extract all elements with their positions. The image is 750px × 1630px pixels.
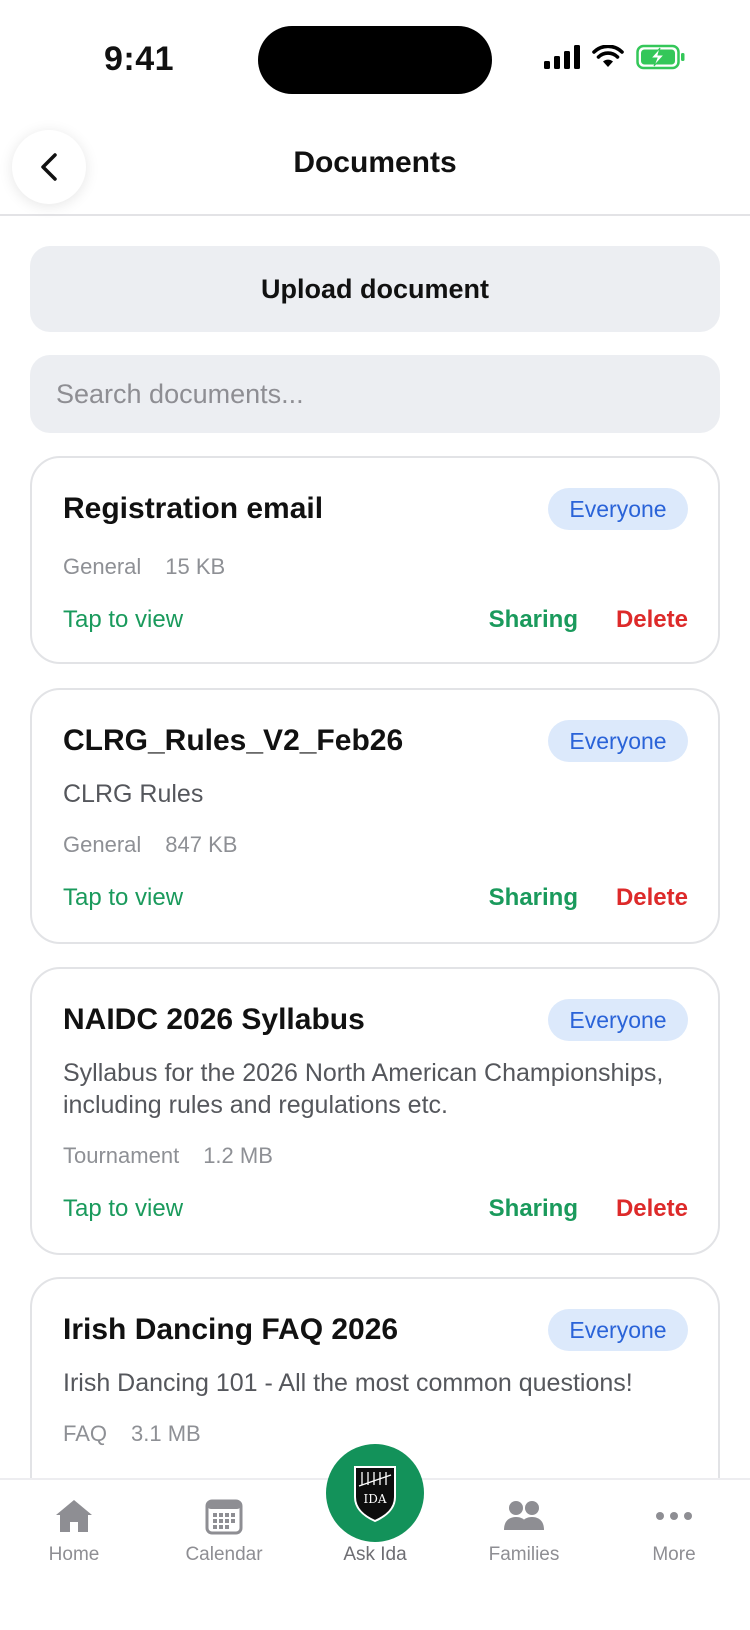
tab-label: Families: [488, 1544, 560, 1565]
page-title: Documents: [293, 146, 457, 179]
delete-button[interactable]: Delete: [616, 1195, 688, 1223]
document-title: NAIDC 2026 Syllabus: [63, 1003, 365, 1036]
document-title: Irish Dancing FAQ 2026: [63, 1313, 399, 1346]
tap-to-view-link[interactable]: Tap to view: [63, 606, 183, 634]
calendar-icon: [205, 1499, 243, 1535]
battery-charging-icon: [636, 44, 685, 70]
tab-label: More: [652, 1544, 696, 1565]
document-category: Tournament: [63, 1143, 180, 1168]
visibility-badge: Everyone: [548, 488, 688, 530]
delete-button[interactable]: Delete: [616, 606, 688, 634]
search-bar: [30, 355, 720, 433]
tab-home[interactable]: Home: [14, 1496, 134, 1566]
document-meta: FAQ 3.1 MB: [63, 1421, 201, 1447]
visibility-badge: Everyone: [548, 1309, 688, 1351]
tab-label: Home: [48, 1544, 100, 1565]
tap-to-view-link[interactable]: Tap to view: [63, 884, 183, 912]
status-time: 9:41: [104, 40, 175, 78]
more-icon: [656, 1512, 692, 1520]
sharing-button[interactable]: Sharing: [489, 884, 578, 912]
document-size: 847 KB: [165, 832, 238, 857]
tab-label: Calendar: [185, 1544, 263, 1565]
ask-ida-label: Ask Ida: [343, 1544, 407, 1565]
upload-document-button[interactable]: Upload document: [30, 246, 720, 332]
visibility-badge: Everyone: [548, 999, 688, 1041]
tab-more[interactable]: More: [614, 1496, 734, 1566]
status-icons: [544, 44, 686, 70]
document-meta: General 847 KB: [63, 832, 237, 858]
document-category: General: [63, 554, 142, 579]
ida-logo-text: IDA: [363, 1492, 386, 1506]
document-card[interactable]: NAIDC 2026 Syllabus Everyone Syllabus fo…: [30, 967, 720, 1255]
tab-calendar[interactable]: Calendar: [164, 1496, 284, 1566]
document-title: Registration email: [63, 492, 324, 525]
status-bar: 9:41: [0, 0, 750, 110]
document-card[interactable]: CLRG_Rules_V2_Feb26 Everyone CLRG Rules …: [30, 688, 720, 944]
ask-ida-button[interactable]: IDA: [326, 1444, 424, 1542]
cellular-signal-icon: [544, 45, 580, 69]
home-icon: [56, 1500, 92, 1532]
document-size: 1.2 MB: [203, 1143, 273, 1168]
document-description: Syllabus for the 2026 North American Cha…: [63, 1059, 664, 1119]
document-category: General: [63, 832, 142, 857]
tab-families[interactable]: Families: [464, 1496, 584, 1566]
document-card[interactable]: Registration email Everyone General 15 K…: [30, 456, 720, 664]
navigation-header: Documents: [0, 110, 750, 216]
visibility-badge: Everyone: [548, 720, 688, 762]
document-meta: General 15 KB: [63, 554, 225, 580]
wifi-icon: [592, 45, 624, 67]
document-meta: Tournament 1.2 MB: [63, 1143, 273, 1169]
ida-logo-icon: IDA: [354, 1466, 396, 1523]
dynamic-island: [258, 26, 492, 94]
document-description: Irish Dancing 101 - All the most common …: [63, 1369, 633, 1397]
search-input[interactable]: [56, 378, 694, 410]
document-title: CLRG_Rules_V2_Feb26: [63, 724, 404, 757]
document-category: FAQ: [63, 1421, 108, 1446]
delete-button[interactable]: Delete: [616, 884, 688, 912]
document-size: 15 KB: [165, 554, 226, 579]
document-size: 3.1 MB: [131, 1421, 201, 1446]
document-description: CLRG Rules: [63, 780, 204, 808]
tap-to-view-link[interactable]: Tap to view: [63, 1195, 183, 1223]
sharing-button[interactable]: Sharing: [489, 1195, 578, 1223]
families-icon: [504, 1501, 544, 1530]
sharing-button[interactable]: Sharing: [489, 606, 578, 634]
